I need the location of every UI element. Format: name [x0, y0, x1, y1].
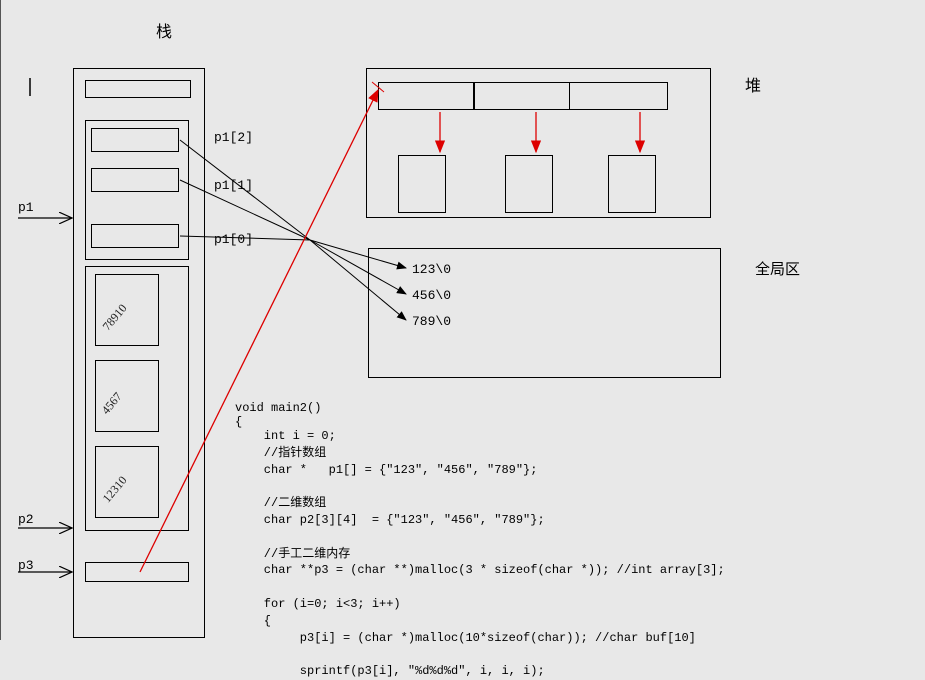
- label-p3: p3: [18, 558, 34, 573]
- heap-ptr-0: [378, 82, 474, 110]
- global-heading: 全局区: [755, 258, 800, 279]
- heap-heading: 堆: [745, 72, 761, 96]
- global-str-0: 123\0: [412, 262, 451, 277]
- stack-heading: 栈: [156, 18, 172, 42]
- label-p1-0: p1[0]: [214, 232, 253, 247]
- label-p1-1: p1[1]: [214, 178, 253, 193]
- label-p2: p2: [18, 512, 34, 527]
- global-str-2: 789\0: [412, 314, 451, 329]
- heap-buf-0: [398, 155, 446, 213]
- stack-p3-slot: [85, 562, 189, 582]
- stack-p2-cell1: [95, 360, 159, 432]
- global-str-1: 456\0: [412, 288, 451, 303]
- label-p1-2: p1[2]: [214, 130, 253, 145]
- heap-ptr-1: [474, 82, 570, 110]
- heap-buf-2: [608, 155, 656, 213]
- stack-p1-slot1: [91, 168, 179, 192]
- code-body: int i = 0; //指针数组 char * p1[] = {"123", …: [235, 428, 725, 680]
- code-signature: void main2(): [235, 400, 321, 417]
- stack-p1-slot2: [91, 128, 179, 152]
- heap-buf-1: [505, 155, 553, 213]
- stack-box-top: [85, 80, 191, 98]
- label-p1: p1: [18, 200, 34, 215]
- stack-p1-slot0: [91, 224, 179, 248]
